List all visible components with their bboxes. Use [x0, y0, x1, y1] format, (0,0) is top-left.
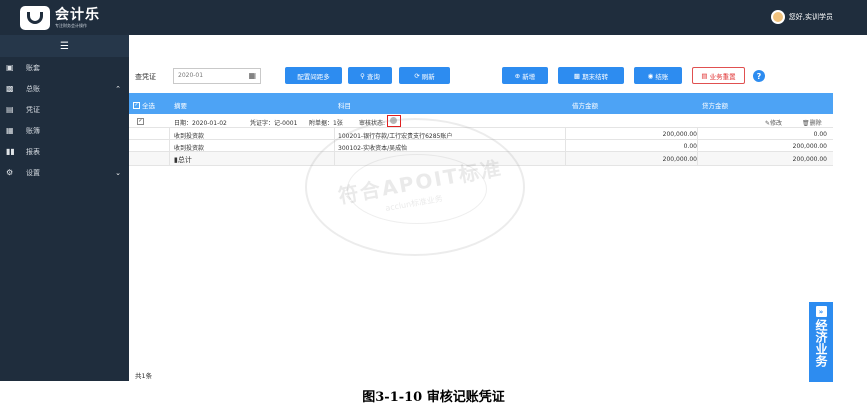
user-menu[interactable]: 您好,实训学员	[770, 10, 833, 24]
audit-status-icon	[390, 117, 398, 124]
voucher-info-row: ✓ 日期：2020-01-02 凭证字：记-0001 附单据：1张 审核状态: …	[129, 114, 833, 128]
row-checkbox[interactable]: ✓	[137, 118, 144, 125]
logo-name: 会计乐	[55, 6, 100, 23]
refresh-icon: ⟳	[414, 71, 422, 80]
add-button[interactable]: ⊕ 新增	[502, 67, 548, 84]
account-book-icon: ▦	[6, 126, 14, 135]
audit-status: 审核状态:	[359, 115, 402, 128]
edit-label: 修改	[770, 120, 783, 127]
config-button-label: 配置间距多	[297, 72, 330, 81]
voucher-number: 凭证字：记-0001	[250, 120, 298, 127]
header-debit: 借方金额	[572, 102, 598, 110]
period-input[interactable]: 2020-01 ▦	[173, 68, 261, 84]
sidebar-item-general-ledger[interactable]: ▩ 总账 ⌃	[0, 78, 129, 99]
row-credit: 0.00	[813, 131, 827, 138]
chevron-down-icon: ⌄	[115, 168, 121, 177]
period-end-button[interactable]: ▩ 期末结转	[558, 67, 624, 84]
select-all-checkbox[interactable]: ✓	[133, 101, 140, 109]
app-logo[interactable]: 会计乐 专注财务会计操作	[20, 5, 100, 31]
table-header: ✓ 全选 摘要 科目 借方金额 贷方金额	[129, 93, 833, 114]
config-spacing-button[interactable]: 配置间距多	[285, 67, 342, 84]
voucher-icon: ▤	[6, 105, 14, 114]
voucher-date: 日期：2020-01-02	[174, 120, 227, 127]
top-bar: 会计乐 专注财务会计操作 您好,实训学员	[0, 0, 867, 35]
edit-link[interactable]: ✎修改	[765, 118, 782, 127]
sidebar-item-label: 设置	[26, 168, 40, 177]
avatar	[770, 10, 785, 24]
sidebar-item-label: 总账	[26, 84, 40, 93]
voucher-toolbar: 查凭证 2020-01 ▦ 配置间距多 ⚲ 查询 ⟳ 刷新 ⊕ 新增 ▩ 期末结…	[129, 63, 867, 89]
table-row[interactable]: 收到投资款 100201-银行存款/工行宏贵支行6285账户 200,000.0…	[129, 128, 833, 140]
row-debit: 200,000.00	[662, 131, 697, 138]
economic-business-tab[interactable]: » 经济业务	[809, 302, 833, 382]
delete-link[interactable]: 🗑删除	[802, 118, 822, 127]
sidebar: ☰ ▣ 账套 ▩ 总账 ⌃ ▤ 凭证 ▦ 账簿 ▮▮ 报表 ⚙ 设置 ⌄	[0, 35, 129, 381]
query-button-label: 查询	[366, 72, 380, 81]
sidebar-item-label: 账套	[26, 63, 40, 72]
audit-status-label: 审核状态:	[359, 119, 386, 127]
select-all[interactable]: ✓ 全选	[133, 100, 155, 110]
side-tab-label: 经济业务	[814, 319, 828, 367]
header-summary: 摘要	[174, 102, 187, 110]
trash-icon: 🗑	[802, 120, 810, 127]
period-value: 2020-01	[178, 72, 204, 79]
total-row: ▮总计 200,000.00 200,000.00	[129, 152, 833, 166]
row-debit: 0.00	[683, 143, 697, 150]
sidebar-item-settings[interactable]: ⚙ 设置 ⌄	[0, 162, 129, 183]
search-icon: ⚲	[360, 71, 367, 80]
plus-icon: ⊕	[514, 71, 523, 80]
sidebar-item-accounts[interactable]: ▣ 账套	[0, 57, 129, 78]
book-icon: ▣	[6, 63, 14, 72]
help-icon[interactable]: ?	[753, 70, 765, 82]
period-label: 查凭证	[135, 73, 156, 81]
settings-icon: ⚙	[6, 168, 14, 177]
ledger-icon: ▩	[6, 84, 14, 93]
sidebar-item-voucher[interactable]: ▤ 凭证	[0, 99, 129, 120]
total-label: ▮总计	[174, 156, 192, 164]
audit-toggle[interactable]	[387, 115, 402, 127]
sidebar-item-label: 凭证	[26, 105, 40, 114]
settle-button-label: 结账	[655, 72, 669, 81]
transfer-icon: ▩	[573, 71, 583, 80]
calendar-icon[interactable]: ▦	[248, 71, 256, 80]
voucher-attachments: 附单据：1张	[309, 120, 343, 127]
report-icon: ▮▮	[6, 147, 15, 156]
watermark-subtext: acclun标准业务	[384, 194, 444, 213]
logo-icon	[20, 6, 50, 30]
business-reset-button[interactable]: ▤ 业务重置	[692, 67, 745, 84]
row-subject: 300102-实收资本/吴成怡	[338, 145, 408, 152]
period-end-button-label: 期末结转	[582, 72, 609, 81]
settle-button[interactable]: ◉ 结账	[634, 67, 682, 84]
logo-subtitle: 专注财务会计操作	[55, 22, 87, 28]
user-greeting: 您好,实训学员	[788, 13, 833, 21]
chevron-up-icon: ⌃	[115, 84, 121, 93]
header-credit: 贷方金额	[702, 102, 728, 110]
header-subject: 科目	[338, 102, 351, 110]
total-credit: 200,000.00	[792, 156, 827, 163]
voucher-table: ✓ 全选 摘要 科目 借方金额 贷方金额 ✓ 日期：2020-01-02 凭证字…	[129, 93, 833, 166]
figure-caption: 图3-1-10 审核记账凭证	[362, 390, 505, 405]
row-subject: 100201-银行存款/工行宏贵支行6285账户	[338, 133, 453, 140]
delete-label: 删除	[809, 120, 822, 127]
sidebar-item-account-book[interactable]: ▦ 账簿	[0, 120, 129, 141]
reset-icon: ▤	[701, 71, 710, 80]
row-summary: 收到投资款	[174, 145, 205, 152]
add-button-label: 新增	[522, 72, 536, 81]
total-debit: 200,000.00	[662, 156, 697, 163]
record-count: 共1条	[135, 372, 153, 380]
refresh-button-label: 刷新	[421, 72, 435, 81]
table-row[interactable]: 收到投资款 300102-实收资本/吴成怡 0.00 200,000.00	[129, 140, 833, 152]
settle-icon: ◉	[647, 71, 656, 80]
refresh-button[interactable]: ⟳ 刷新	[399, 67, 450, 84]
row-credit: 200,000.00	[792, 143, 827, 150]
row-summary: 收到投资款	[174, 133, 205, 140]
select-all-label: 全选	[142, 102, 155, 110]
reset-button-label: 业务重置	[709, 72, 736, 81]
sidebar-item-label: 账簿	[26, 126, 40, 135]
menu-icon[interactable]: ☰	[0, 35, 129, 57]
sidebar-item-label: 报表	[26, 147, 40, 156]
sidebar-item-report[interactable]: ▮▮ 报表	[0, 141, 129, 162]
expand-icon[interactable]: »	[815, 306, 827, 317]
query-button[interactable]: ⚲ 查询	[348, 67, 392, 84]
